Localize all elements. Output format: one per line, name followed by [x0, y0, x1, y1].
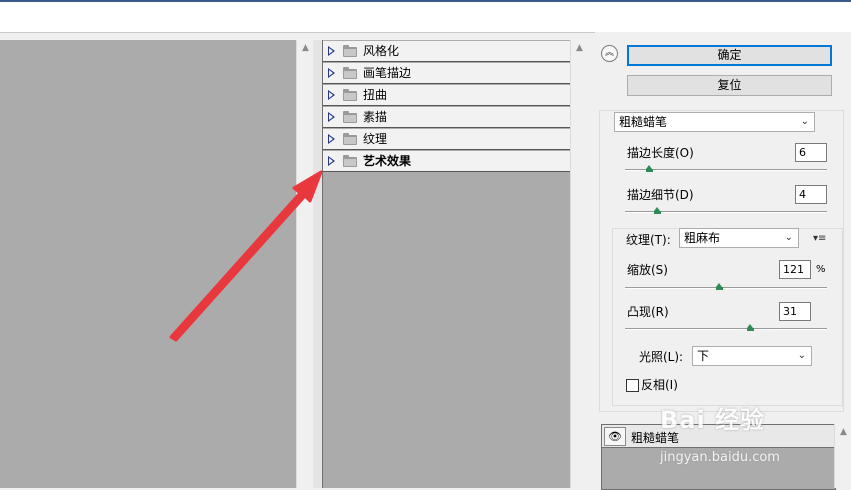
relief-input[interactable]: 31 — [779, 302, 811, 321]
folder-icon — [343, 155, 357, 167]
light-select-value: 下 — [697, 349, 710, 363]
scaling-label: 缩放(S) — [627, 263, 668, 277]
folder-icon — [343, 133, 357, 145]
filter-list-scrollbar[interactable]: ▲ — [570, 40, 588, 488]
chevron-down-icon: ⌄ — [800, 116, 809, 127]
preview-canvas[interactable] — [0, 40, 296, 488]
reset-button[interactable]: 复位 — [627, 75, 832, 96]
watermark-logo: Bai 经验 — [660, 406, 766, 434]
chevron-down-icon: ⌄ — [784, 232, 793, 243]
light-select[interactable]: 下 ⌄ — [692, 346, 812, 366]
slider-thumb[interactable] — [746, 324, 754, 331]
stroke-detail-label: 描边细节(D) — [627, 188, 694, 202]
folder-icon — [343, 89, 357, 101]
scaling-unit: % — [816, 264, 826, 275]
filter-category-label: 画笔描边 — [363, 66, 412, 80]
stroke-detail-slider[interactable] — [625, 207, 827, 214]
slider-thumb[interactable] — [716, 283, 724, 290]
triangle-right-icon[interactable] — [328, 68, 335, 78]
stroke-length-slider[interactable] — [625, 165, 827, 172]
eye-icon[interactable]: 👁 — [604, 427, 626, 446]
filter-select[interactable]: 粗糙蜡笔 ⌄ — [614, 112, 815, 132]
folder-icon — [343, 67, 357, 79]
relief-slider[interactable] — [625, 324, 827, 331]
divider — [0, 32, 595, 33]
filter-select-value: 粗糙蜡笔 — [619, 115, 668, 129]
triangle-right-icon[interactable] — [328, 46, 335, 56]
filter-category-label: 扭曲 — [363, 88, 388, 102]
triangle-right-icon[interactable] — [328, 156, 335, 166]
relief-label: 凸现(R) — [627, 305, 669, 319]
filter-category-label: 纹理 — [363, 132, 388, 146]
panel-menu-icon[interactable]: ▾≡ — [813, 233, 826, 244]
double-chevron-up-icon[interactable]: ︽ — [601, 45, 618, 62]
light-label: 光照(L): — [639, 350, 684, 364]
triangle-right-icon[interactable] — [328, 134, 335, 144]
title-area — [0, 2, 851, 32]
panel-gap — [587, 40, 599, 488]
scroll-up-icon[interactable]: ▲ — [571, 42, 588, 54]
watermark: Bai 经验 jingyan.baidu.com — [640, 400, 840, 470]
folder-icon — [343, 111, 357, 123]
scaling-input[interactable]: 121 — [779, 260, 811, 279]
invert-checkbox[interactable] — [626, 379, 639, 392]
texture-select-value: 粗麻布 — [684, 231, 721, 245]
filter-category-label: 风格化 — [363, 44, 400, 58]
filter-category-item[interactable]: 扭曲 — [323, 85, 571, 106]
filter-category-item[interactable]: 风格化 — [323, 41, 571, 62]
filter-category-item[interactable]: 纹理 — [323, 129, 571, 150]
scaling-slider[interactable] — [625, 283, 827, 290]
filter-category-label: 艺术效果 — [363, 154, 412, 168]
stroke-detail-input[interactable]: 4 — [795, 185, 827, 204]
chevron-down-icon: ⌄ — [797, 350, 806, 361]
triangle-right-icon[interactable] — [328, 112, 335, 122]
filter-category-list: 风格化 画笔描边 扭曲 素描 纹理 艺术效果 — [322, 40, 571, 488]
scroll-up-icon[interactable]: ▲ — [297, 42, 314, 54]
slider-thumb[interactable] — [653, 207, 661, 214]
filter-category-label: 素描 — [363, 110, 388, 124]
ok-button[interactable]: 确定 — [627, 45, 832, 66]
invert-label: 反相(I) — [641, 378, 678, 392]
texture-label: 纹理(T): — [626, 233, 671, 247]
texture-select[interactable]: 粗麻布 ⌄ — [679, 228, 799, 248]
stroke-length-label: 描边长度(O) — [627, 146, 694, 160]
slider-thumb[interactable] — [645, 165, 653, 172]
stroke-length-input[interactable]: 6 — [795, 143, 827, 162]
folder-icon — [343, 45, 357, 57]
watermark-url: jingyan.baidu.com — [660, 450, 780, 465]
filter-category-item[interactable]: 艺术效果 — [323, 151, 571, 172]
filter-category-item[interactable]: 素描 — [323, 107, 571, 128]
filter-category-item[interactable]: 画笔描边 — [323, 63, 571, 84]
panel-gap — [313, 40, 322, 488]
triangle-right-icon[interactable] — [328, 90, 335, 100]
preview-scrollbar[interactable]: ▲ — [296, 40, 314, 488]
